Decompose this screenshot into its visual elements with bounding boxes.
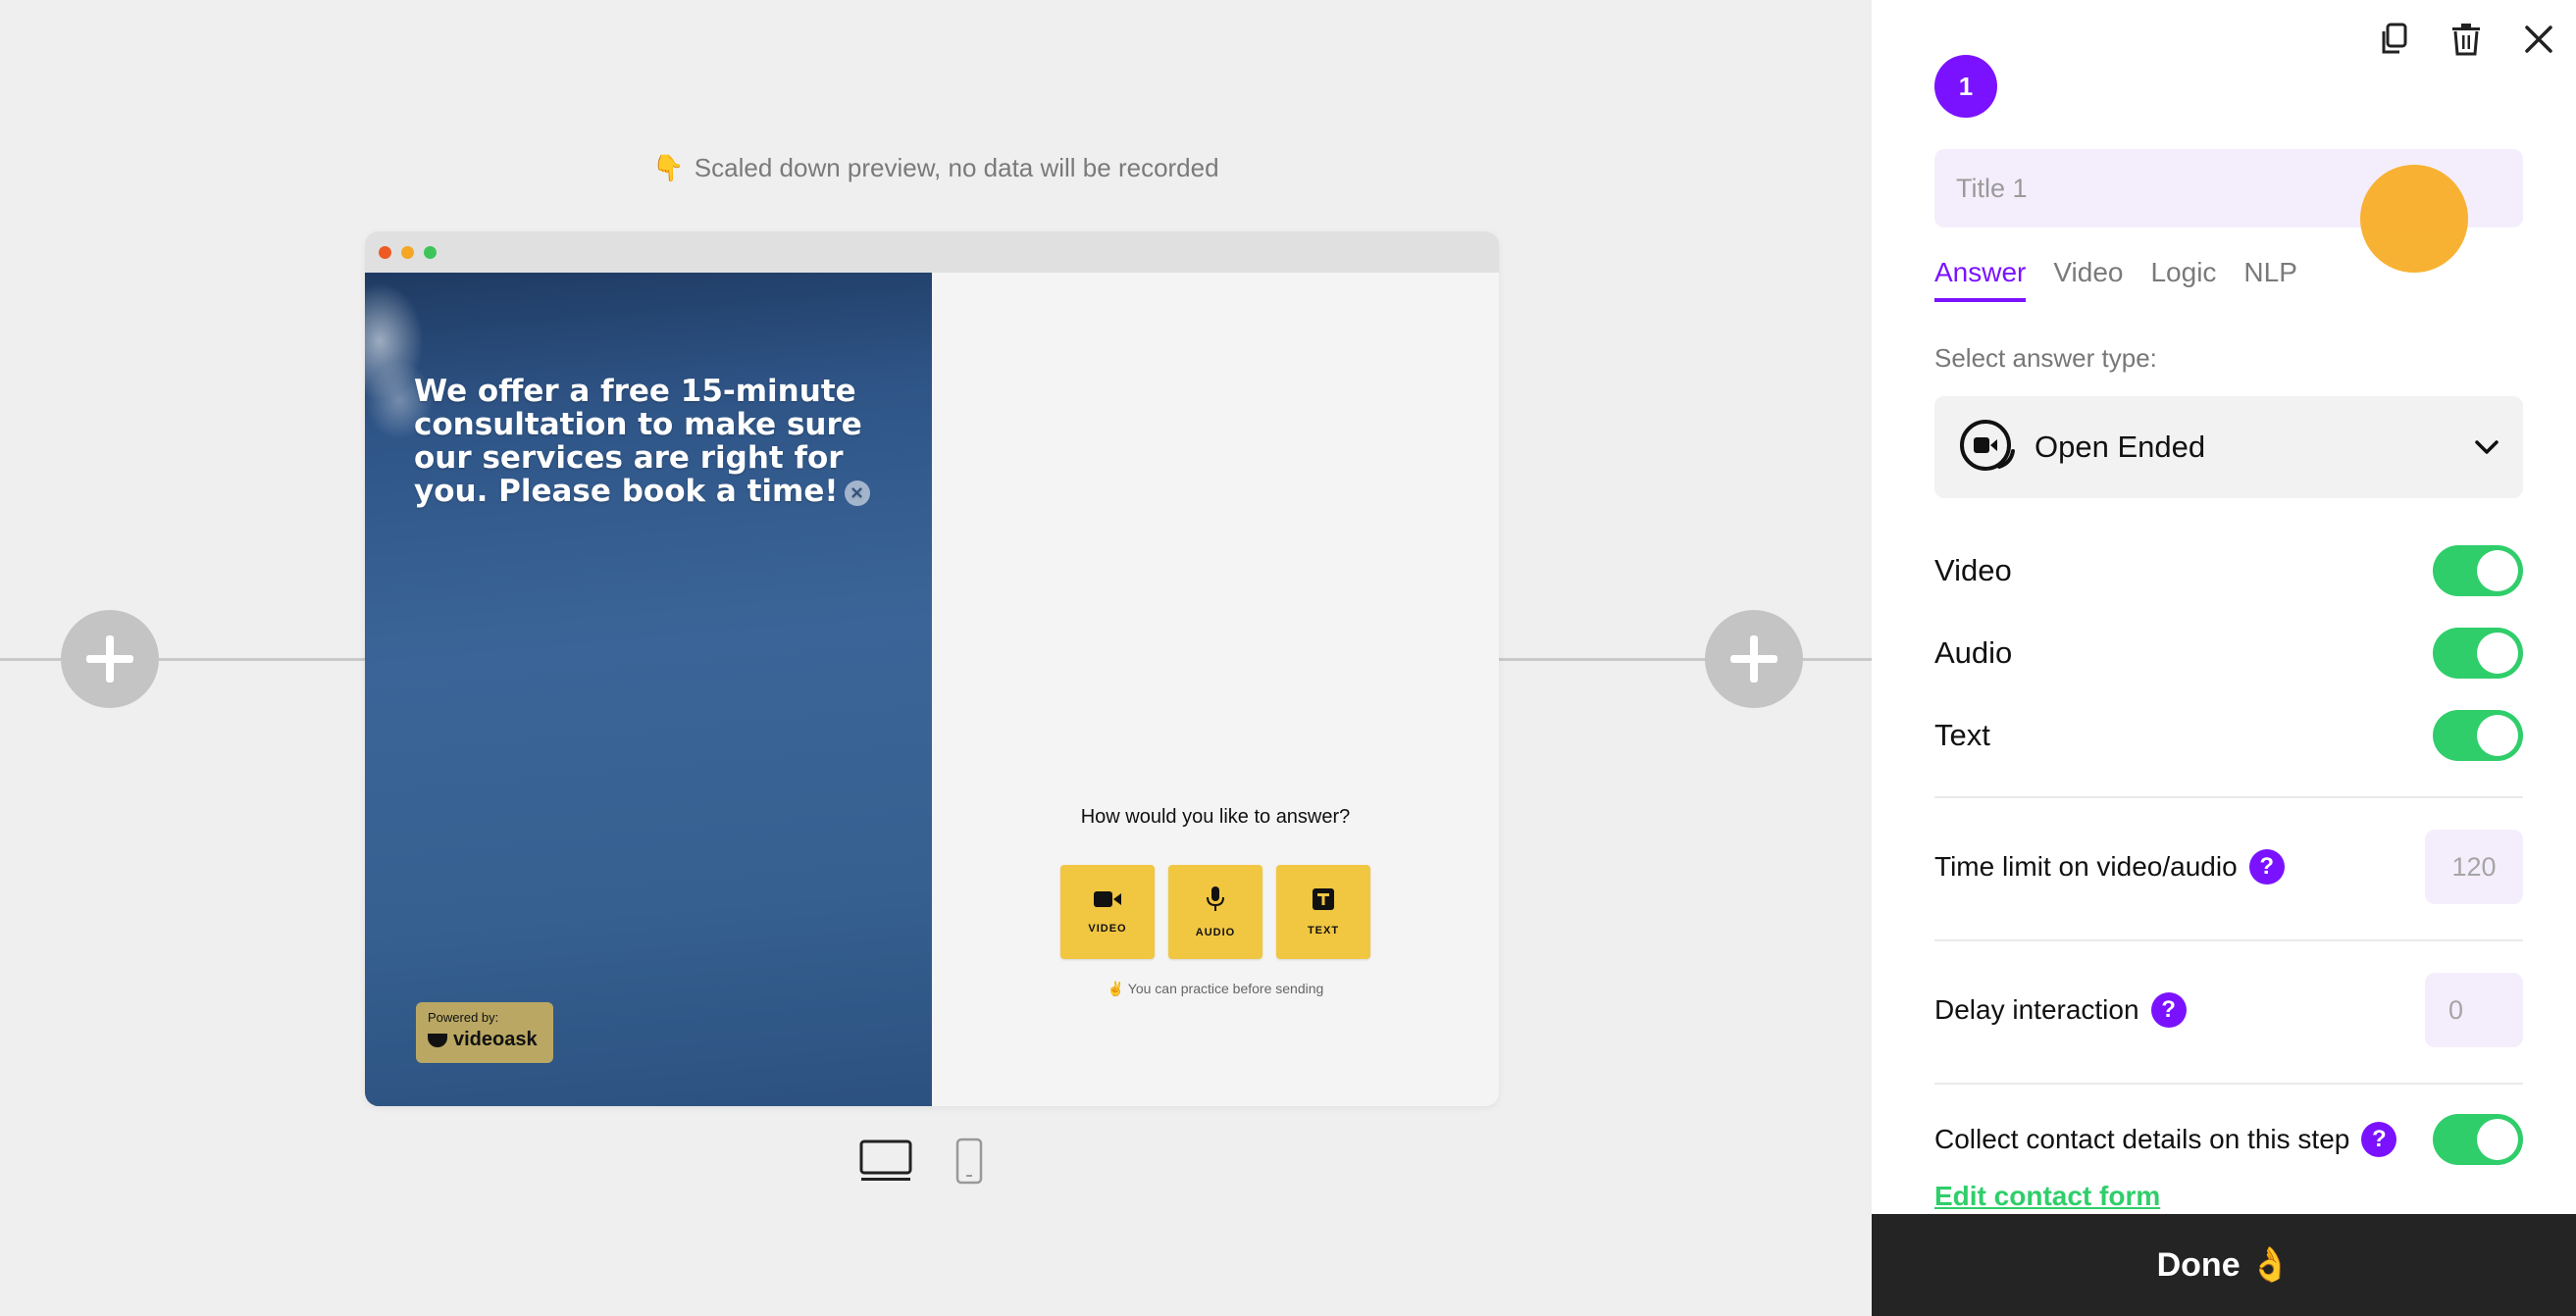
tab-logic[interactable]: Logic — [2150, 257, 2216, 302]
text-toggle[interactable] — [2433, 710, 2523, 761]
panel-actions — [2374, 22, 2558, 61]
open-ended-icon — [1956, 416, 2019, 479]
desktop-icon — [859, 1139, 912, 1188]
desktop-view-button[interactable] — [859, 1139, 912, 1188]
answer-text-label: TEXT — [1307, 924, 1340, 936]
answer-pane: How would you like to answer? VIDEO AUDI… — [932, 273, 1499, 1106]
text-toggle-label: Text — [1934, 718, 1990, 752]
step-number-badge: 1 — [1934, 55, 1997, 118]
window-maximize-dot — [424, 245, 437, 259]
practice-note: ✌️ You can practice before sending — [1107, 981, 1324, 996]
divider — [1934, 1083, 2523, 1085]
video-message-text: We offer a free 15-minute consultation t… — [414, 374, 862, 509]
answer-type-label: Select answer type: — [1934, 343, 2157, 373]
browser-titlebar — [365, 231, 1499, 273]
microphone-icon — [1206, 886, 1225, 917]
answer-video-label: VIDEO — [1088, 922, 1127, 935]
preview-browser-window: We offer a free 15-minute consultation t… — [365, 231, 1499, 1106]
video-toggle-label: Video — [1934, 553, 2012, 587]
delay-row: Delay interaction ? — [1934, 973, 2523, 1047]
time-limit-row: Time limit on video/audio ? — [1934, 830, 2523, 904]
contact-toggle[interactable] — [2433, 1114, 2523, 1165]
plus-icon-vertical — [106, 635, 114, 683]
pointing-down-icon: 👇 — [652, 153, 685, 182]
window-close-dot — [379, 245, 391, 259]
answer-type-value: Open Ended — [2035, 430, 2206, 464]
preview-note-text: Scaled down preview, no data will be rec… — [694, 153, 1219, 182]
help-icon[interactable]: ? — [2248, 849, 2285, 885]
powered-by-badge[interactable]: Powered by: videoask — [416, 1002, 553, 1063]
mobile-icon — [955, 1138, 983, 1189]
device-toggle — [859, 1138, 983, 1189]
window-minimize-dot — [401, 245, 414, 259]
video-toggle-row: Video — [1934, 545, 2523, 596]
time-limit-text: Time limit on video/audio — [1934, 851, 2238, 882]
divider — [1934, 939, 2523, 941]
answer-options: VIDEO AUDIO TEXT — [932, 865, 1499, 959]
answer-question: How would you like to answer? — [1080, 806, 1351, 828]
mobile-view-button[interactable] — [955, 1138, 983, 1189]
done-button[interactable]: Done 👌 — [1872, 1214, 2576, 1316]
flow-canvas: 👇 Scaled down preview, no data will be re… — [0, 0, 1872, 1316]
delete-button[interactable] — [2447, 22, 2486, 61]
cursor-highlight — [2360, 165, 2468, 273]
plus-icon-vertical — [1750, 635, 1758, 683]
powered-by-label: Powered by: — [428, 1010, 499, 1025]
smile-logo-icon — [428, 1033, 447, 1047]
text-icon — [1313, 887, 1334, 915]
help-icon[interactable]: ? — [2361, 1122, 2397, 1157]
delay-input[interactable] — [2425, 973, 2523, 1047]
help-icon[interactable]: ? — [2150, 992, 2187, 1028]
brand-name: videoask — [453, 1029, 538, 1050]
edit-contact-form-link[interactable]: Edit contact form — [1934, 1181, 2160, 1212]
time-limit-input[interactable] — [2425, 830, 2523, 904]
add-step-before-button[interactable] — [61, 610, 159, 708]
chevron-down-icon — [2472, 432, 2501, 462]
video-message: We offer a free 15-minute consultation t… — [414, 375, 904, 508]
connector-left — [0, 658, 365, 661]
delay-label: Delay interaction ? — [1934, 992, 2187, 1028]
connector-right — [1499, 658, 1872, 661]
answer-text-button[interactable]: TEXT — [1276, 865, 1370, 959]
brand-logo: videoask — [428, 1029, 541, 1051]
close-panel-button[interactable] — [2519, 22, 2558, 61]
trash-icon — [2451, 23, 2481, 61]
preview-note: 👇 Scaled down preview, no data will be re… — [0, 153, 1872, 183]
answer-video-button[interactable]: VIDEO — [1060, 865, 1155, 959]
answer-type-select[interactable]: Open Ended — [1934, 396, 2523, 498]
tab-answer[interactable]: Answer — [1934, 257, 2027, 302]
duplicate-button[interactable] — [2374, 22, 2413, 61]
settings-tabs: Answer Video Logic NLP — [1934, 257, 2297, 302]
close-icon — [2524, 25, 2553, 59]
time-limit-label: Time limit on video/audio ? — [1934, 849, 2285, 885]
close-icon[interactable]: × — [844, 480, 870, 506]
tab-video[interactable]: Video — [2053, 257, 2123, 302]
delay-text: Delay interaction — [1934, 994, 2139, 1025]
tab-nlp[interactable]: NLP — [2243, 257, 2296, 302]
contact-row: Collect contact details on this step ? — [1934, 1114, 2523, 1165]
contact-label: Collect contact details on this step ? — [1934, 1122, 2397, 1157]
audio-toggle-label: Audio — [1934, 635, 2013, 670]
step-settings-panel: 1 Answer Video Logic NLP Select answer t… — [1872, 0, 2576, 1316]
answer-audio-label: AUDIO — [1195, 926, 1236, 938]
add-step-after-button[interactable] — [1705, 610, 1803, 708]
divider — [1934, 796, 2523, 798]
video-toggle[interactable] — [2433, 545, 2523, 596]
contact-text: Collect contact details on this step — [1934, 1124, 2350, 1154]
audio-toggle-row: Audio — [1934, 628, 2523, 679]
duplicate-icon — [2378, 23, 2409, 61]
video-pane: We offer a free 15-minute consultation t… — [365, 273, 932, 1106]
video-camera-icon — [1094, 890, 1121, 913]
answer-audio-button[interactable]: AUDIO — [1168, 865, 1262, 959]
text-toggle-row: Text — [1934, 710, 2523, 761]
audio-toggle[interactable] — [2433, 628, 2523, 679]
